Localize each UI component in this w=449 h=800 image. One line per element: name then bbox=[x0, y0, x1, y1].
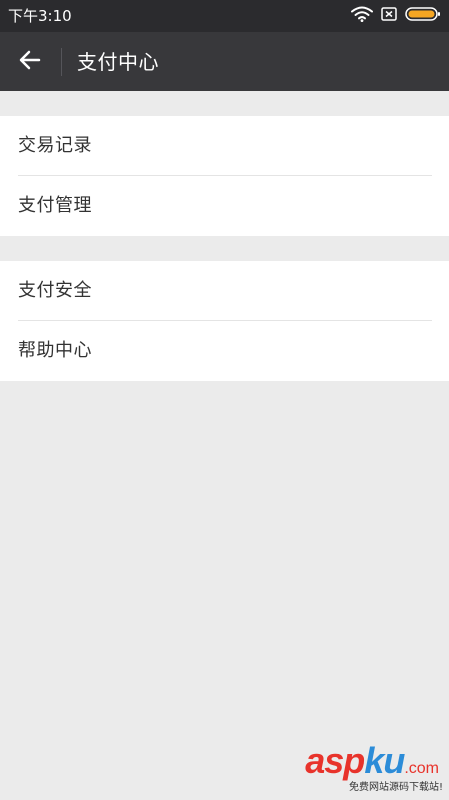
list-item-payment-management[interactable]: 支付管理 bbox=[0, 176, 449, 236]
battery-icon bbox=[405, 6, 441, 26]
list-item-label: 支付管理 bbox=[18, 195, 92, 216]
watermark-subtitle: 免费网站源码下载站! bbox=[348, 782, 443, 793]
status-bar: 下午3:10 bbox=[0, 0, 449, 32]
toolbar-divider bbox=[61, 48, 62, 76]
arrow-left-icon bbox=[19, 50, 41, 74]
watermark-brand-part2: ku bbox=[364, 740, 405, 781]
watermark-brand-part1: asp bbox=[305, 740, 365, 781]
status-time: 下午3:10 bbox=[8, 7, 72, 25]
sim-none-icon bbox=[381, 6, 397, 26]
list-item-payment-security[interactable]: 支付安全 bbox=[0, 261, 449, 321]
status-icons bbox=[351, 6, 441, 26]
page-title: 支付中心 bbox=[77, 50, 159, 74]
watermark: aspku.com 免费网站源码下载站! bbox=[273, 742, 443, 794]
wifi-icon bbox=[351, 6, 373, 26]
watermark-brand-domain: .com bbox=[404, 760, 439, 777]
list-item-help-center[interactable]: 帮助中心 bbox=[0, 321, 449, 381]
app-toolbar: 支付中心 bbox=[0, 32, 449, 91]
settings-group-2: 支付安全 帮助中心 bbox=[0, 261, 449, 381]
list-item-label: 帮助中心 bbox=[18, 340, 92, 361]
list-item-label: 交易记录 bbox=[18, 135, 92, 156]
list-item-label: 支付安全 bbox=[18, 280, 92, 301]
back-button[interactable] bbox=[10, 42, 50, 82]
settings-group-1: 交易记录 支付管理 bbox=[0, 116, 449, 236]
list-item-transaction-records[interactable]: 交易记录 bbox=[0, 116, 449, 176]
